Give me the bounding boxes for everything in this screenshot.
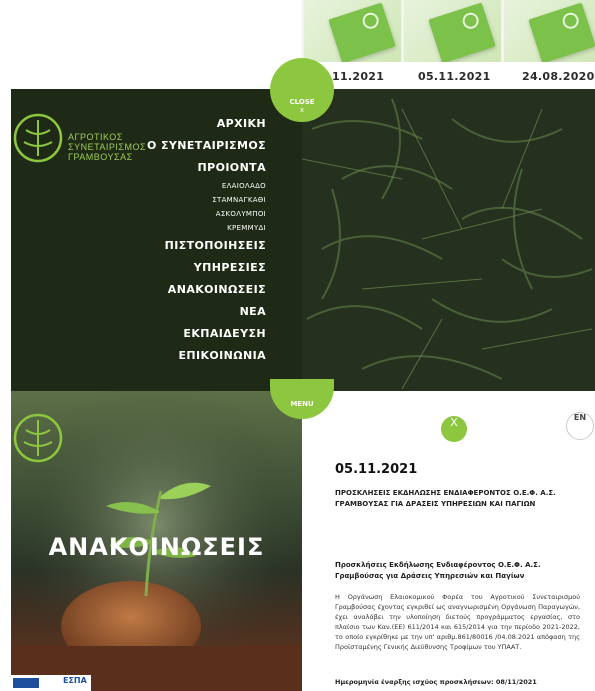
nav-item-products[interactable]: ΠΡΟΙΟΝΤΑ [60,157,266,179]
nav-item-training[interactable]: ΕΚΠΑΙΔΕΥΣΗ [60,323,266,345]
menu-label: MENU [290,400,314,408]
nav-item-certifications[interactable]: ΠΙΣΤΟΠΟΙΗΣΕΙΣ [60,235,266,257]
post-thumbnail[interactable] [504,0,595,62]
post-date: 11.2021 [332,70,385,83]
nav-subitem-artichoke[interactable]: ΣΤΑΜΝΑΓΚΑΘΙ [60,193,266,207]
article-start-date: Ημερομηνία έναρξης ισχύος προσκλήσεων: 0… [335,678,537,686]
espa-banner[interactable]: ΕΣΠΑ [11,675,91,691]
close-icon: x [299,106,305,114]
espa-label: ΕΣΠΑ [63,676,87,685]
nav-subitem-onion[interactable]: ΚΡΕΜΜΥΔΙ [60,221,266,235]
article-subtitle: Προσκλήσεις Εκδήλωσης Ενδιαφέροντος Ο.Ε.… [335,561,541,580]
close-menu-button[interactable]: CLOSE x [270,58,334,122]
nav-item-home[interactable]: ΑΡΧΙΚΗ [60,113,266,135]
nav-subitem-olive-oil[interactable]: ΕΛΑΙΟΛΑΔΟ [60,179,266,193]
post-date: 05.11.2021 [418,70,491,83]
cooperative-logo[interactable] [12,412,64,464]
related-posts-strip [302,0,595,62]
nav-item-news[interactable]: ΝΕΑ [60,301,266,323]
nav-item-announcements[interactable]: ΑΝΑΚΟΙΝΩΣΕΙΣ [60,279,266,301]
nav-item-services[interactable]: ΥΠΗΡΕΣΙΕΣ [60,257,266,279]
post-thumbnail[interactable] [304,0,401,62]
post-dates: 11.2021 05.11.2021 24.08.2020 [302,70,595,90]
post-date: 24.08.2020 [522,70,595,83]
post-thumbnail[interactable] [404,0,501,62]
article-date: 05.11.2021 [335,462,418,477]
language-switch-button[interactable]: EN [566,412,594,440]
nav-item-cooperative[interactable]: Ο ΣΥΝΕΤΑΙΡΙΣΜΟΣ [60,135,266,157]
cooperative-logo[interactable] [12,112,64,164]
close-label: CLOSE [289,98,315,106]
close-article-button[interactable]: X [441,416,467,442]
nav-subitem-golden-thistle[interactable]: ΑΣΚΟΛΥΜΠΟΙ [60,207,266,221]
main-navigation: ΑΡΧΙΚΗ Ο ΣΥΝΕΤΑΙΡΙΣΜΟΣ ΠΡΟΙΟΝΤΑ ΕΛΑΙΟΛΑΔ… [60,113,266,367]
page-title: ΑΝΑΚΟΙΝΩΣΕΙΣ [48,533,265,561]
article-body: Η Οργάνωση Ελαιοκομικού Φορέα του Αγροτι… [335,593,580,651]
article-title: ΠΡΟΣΚΛΗΣΕΙΣ ΕΚΔΗΛΩΣΗΣ ΕΝΔΙΑΦΕΡΟΝΤΟΣ Ο.Ε.… [335,489,556,508]
background-photo [302,89,595,391]
nav-item-contact[interactable]: ΕΠΙΚΟΙΝΩΝΙΑ [60,345,266,367]
